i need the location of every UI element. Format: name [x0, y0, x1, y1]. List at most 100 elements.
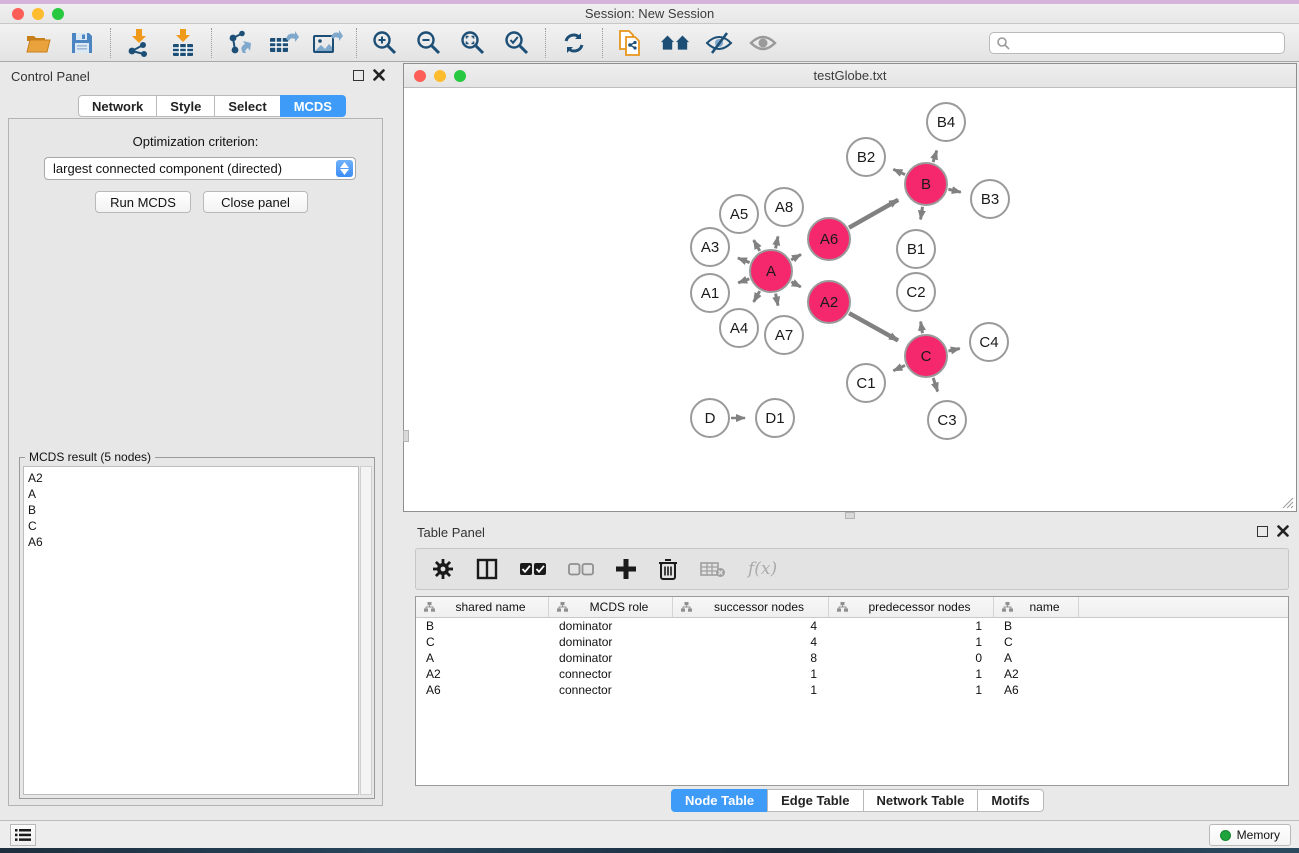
node-A7[interactable]: A7	[765, 316, 803, 354]
edge-A-A2[interactable]	[791, 282, 800, 287]
edge-A-A7[interactable]	[776, 294, 778, 306]
edge-B-B3[interactable]	[948, 189, 960, 192]
node-table[interactable]: shared nameMCDS rolesuccessor nodesprede…	[415, 596, 1289, 786]
titlebar[interactable]: Session: New Session	[0, 4, 1299, 24]
edge-A6-B[interactable]	[849, 200, 898, 228]
node-C3[interactable]: C3	[928, 401, 966, 439]
edge-C-C1[interactable]	[893, 365, 905, 370]
node-B2[interactable]: B2	[847, 138, 885, 176]
add-icon[interactable]	[616, 559, 636, 579]
tab-network[interactable]: Network	[78, 95, 157, 117]
tab-style[interactable]: Style	[156, 95, 215, 117]
table-row[interactable]: A6connector11A6	[416, 682, 1288, 698]
node-C[interactable]: C	[905, 335, 947, 377]
node-B3[interactable]: B3	[971, 180, 1009, 218]
result-item[interactable]: B	[28, 502, 354, 518]
table-row[interactable]: A2connector11A2	[416, 666, 1288, 682]
column-header-MCDS-role[interactable]: MCDS role	[549, 597, 673, 617]
network-window-titlebar[interactable]: testGlobe.txt	[404, 64, 1296, 88]
column-header-successor-nodes[interactable]: successor nodes	[673, 597, 829, 617]
hide-eye-icon[interactable]	[704, 28, 734, 58]
edge-A-A3[interactable]	[738, 258, 750, 263]
float-panel-icon[interactable]	[353, 70, 364, 81]
edge-A-A5[interactable]	[754, 240, 760, 251]
close-panel-icon[interactable]	[373, 69, 385, 81]
node-A[interactable]: A	[750, 250, 792, 292]
node-A4[interactable]: A4	[720, 309, 758, 347]
tab-mcds[interactable]: MCDS	[280, 95, 346, 117]
node-A6[interactable]: A6	[808, 218, 850, 260]
node-B4[interactable]: B4	[927, 103, 965, 141]
resize-grip-icon[interactable]	[1282, 497, 1294, 509]
import-network-icon[interactable]	[124, 28, 154, 58]
tab-edge-table[interactable]: Edge Table	[767, 789, 863, 812]
search-field[interactable]	[989, 32, 1285, 54]
edge-C-C3[interactable]	[933, 378, 937, 392]
panel-divider-handle[interactable]	[403, 430, 409, 442]
edge-C-C2[interactable]	[921, 322, 923, 334]
node-D1[interactable]: D1	[756, 399, 794, 437]
function-icon[interactable]: f(x)	[748, 559, 777, 579]
close-panel-button[interactable]: Close panel	[203, 191, 308, 213]
edge-B-B1[interactable]	[921, 207, 923, 220]
column-header-shared-name[interactable]: shared name	[416, 597, 549, 617]
result-item[interactable]: A6	[28, 534, 354, 550]
node-B1[interactable]: B1	[897, 230, 935, 268]
node-A8[interactable]: A8	[765, 188, 803, 226]
result-scrollbar[interactable]	[360, 466, 372, 795]
column-header-name[interactable]: name	[994, 597, 1079, 617]
open-folder-icon[interactable]	[23, 28, 53, 58]
result-item[interactable]: C	[28, 518, 354, 534]
task-history-button[interactable]	[10, 824, 36, 846]
home-icon[interactable]	[660, 28, 690, 58]
edge-B-B4[interactable]	[933, 151, 937, 163]
export-image-icon[interactable]	[313, 28, 343, 58]
tab-select[interactable]: Select	[214, 95, 280, 117]
column-header-predecessor-nodes[interactable]: predecessor nodes	[829, 597, 994, 617]
node-A3[interactable]: A3	[691, 228, 729, 266]
close-table-panel-icon[interactable]	[1277, 525, 1289, 537]
tab-network-table[interactable]: Network Table	[863, 789, 979, 812]
tab-motifs[interactable]: Motifs	[977, 789, 1043, 812]
node-C2[interactable]: C2	[897, 273, 935, 311]
node-A1[interactable]: A1	[691, 274, 729, 312]
zoom-out-icon[interactable]	[414, 28, 444, 58]
criterion-dropdown[interactable]: largest connected component (directed)	[44, 157, 356, 180]
select-all-icon[interactable]	[520, 562, 546, 576]
zoom-fit-icon[interactable]	[458, 28, 488, 58]
edge-A-A4[interactable]	[754, 291, 760, 302]
mcds-result-list[interactable]: A2ABCA6	[23, 466, 359, 795]
node-A5[interactable]: A5	[720, 195, 758, 233]
export-network-icon[interactable]	[225, 28, 255, 58]
trash-icon[interactable]	[658, 558, 678, 580]
columns-icon[interactable]	[476, 558, 498, 580]
run-mcds-button[interactable]: Run MCDS	[95, 191, 191, 213]
table-row[interactable]: Adominator80A	[416, 650, 1288, 666]
edge-A2-C[interactable]	[849, 313, 898, 340]
float-table-panel-icon[interactable]	[1257, 526, 1268, 537]
search-input[interactable]	[1010, 36, 1278, 50]
node-C4[interactable]: C4	[970, 323, 1008, 361]
refresh-icon[interactable]	[559, 28, 589, 58]
node-B[interactable]: B	[905, 163, 947, 205]
duplicate-network-icon[interactable]	[616, 28, 646, 58]
memory-button[interactable]: Memory	[1209, 824, 1291, 846]
edge-A-A1[interactable]	[738, 279, 749, 283]
node-D[interactable]: D	[691, 399, 729, 437]
result-item[interactable]: A	[28, 486, 354, 502]
zoom-in-icon[interactable]	[370, 28, 400, 58]
edge-B-B2[interactable]	[893, 169, 905, 174]
node-A2[interactable]: A2	[808, 281, 850, 323]
tab-node-table[interactable]: Node Table	[671, 789, 768, 812]
save-icon[interactable]	[67, 28, 97, 58]
import-table-icon[interactable]	[168, 28, 198, 58]
edge-C-C4[interactable]	[948, 349, 959, 352]
eye-icon[interactable]	[748, 28, 778, 58]
zoom-selected-icon[interactable]	[502, 28, 532, 58]
node-C1[interactable]: C1	[847, 364, 885, 402]
deselect-all-icon[interactable]	[568, 562, 594, 576]
edge-A-A6[interactable]	[791, 254, 801, 259]
edge-A-A8[interactable]	[776, 236, 778, 248]
gear-icon[interactable]	[432, 558, 454, 580]
delete-table-icon[interactable]	[700, 560, 726, 578]
